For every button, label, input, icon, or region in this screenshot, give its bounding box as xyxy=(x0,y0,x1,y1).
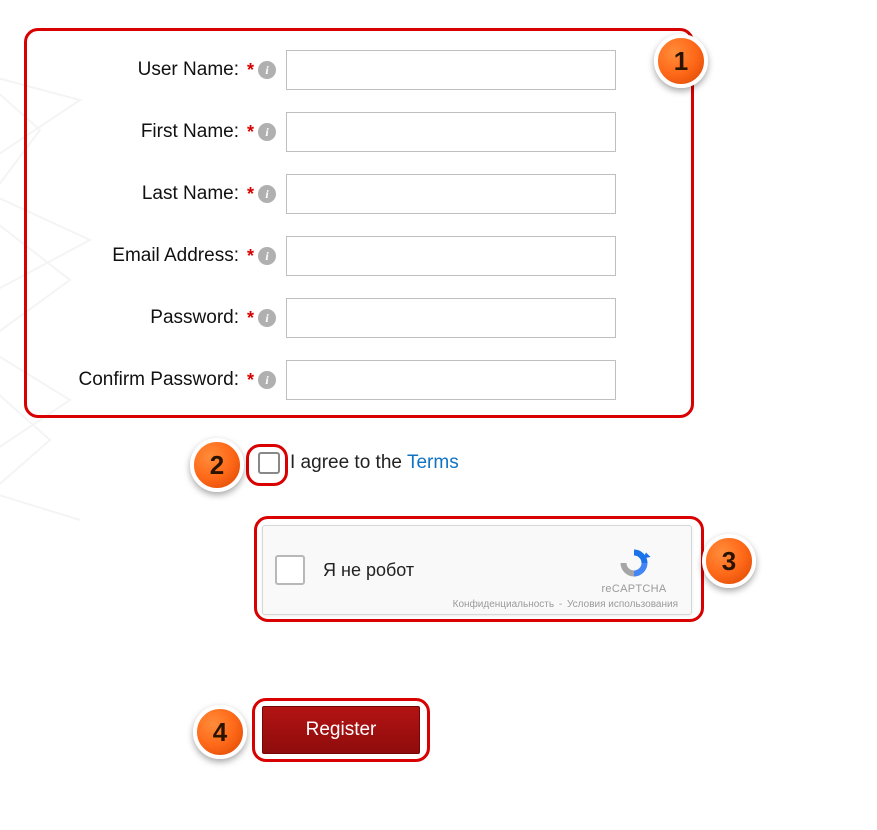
required-marker: * xyxy=(247,370,254,391)
row-lastname: Last Name: * i xyxy=(35,174,675,214)
row-password: Password: * i xyxy=(35,298,675,338)
info-icon[interactable]: i xyxy=(258,123,276,141)
recaptcha-widget: Я не робот reCAPTCHA Конфиденциальность … xyxy=(262,525,692,615)
info-icon[interactable]: i xyxy=(258,309,276,327)
annotation-badge-4: 4 xyxy=(193,705,247,759)
label-password: Password: xyxy=(35,307,245,329)
info-icon[interactable]: i xyxy=(258,61,276,79)
recaptcha-checkbox[interactable] xyxy=(275,555,305,585)
register-button[interactable]: Register xyxy=(262,706,420,754)
email-input[interactable] xyxy=(286,236,616,276)
row-username: User Name: * i xyxy=(35,50,675,90)
label-lastname: Last Name: xyxy=(35,183,245,205)
label-username: User Name: xyxy=(35,59,245,81)
lastname-input[interactable] xyxy=(286,174,616,214)
required-marker: * xyxy=(247,184,254,205)
confirm-password-input[interactable] xyxy=(286,360,616,400)
firstname-input[interactable] xyxy=(286,112,616,152)
label-email: Email Address: xyxy=(35,245,245,267)
row-confirm-password: Confirm Password: * i xyxy=(35,360,675,400)
recaptcha-terms-link[interactable]: Условия использования xyxy=(567,599,678,610)
terms-link[interactable]: Terms xyxy=(407,452,459,474)
terms-checkbox[interactable] xyxy=(258,452,280,474)
recaptcha-sep: - xyxy=(559,599,562,610)
main-content: 1 2 3 4 User Name: * i First Name: * i L… xyxy=(0,0,877,70)
required-marker: * xyxy=(247,60,254,81)
recaptcha-privacy-link[interactable]: Конфиденциальность xyxy=(453,599,554,610)
recaptcha-logo-icon xyxy=(616,545,652,581)
required-marker: * xyxy=(247,122,254,143)
recaptcha-footer: Конфиденциальность - Условия использован… xyxy=(452,599,679,610)
row-firstname: First Name: * i xyxy=(35,112,675,152)
info-icon[interactable]: i xyxy=(258,185,276,203)
info-icon[interactable]: i xyxy=(258,247,276,265)
recaptcha-label: Я не робот xyxy=(323,560,589,581)
recaptcha-brand-block: reCAPTCHA xyxy=(589,545,679,595)
registration-form: User Name: * i First Name: * i Last Name… xyxy=(35,50,675,422)
label-firstname: First Name: xyxy=(35,121,245,143)
terms-row: I agree to the Terms xyxy=(258,452,459,474)
username-input[interactable] xyxy=(286,50,616,90)
annotation-badge-2: 2 xyxy=(190,438,244,492)
annotation-badge-3: 3 xyxy=(702,534,756,588)
label-confirm-password: Confirm Password: xyxy=(35,369,245,391)
terms-text: I agree to the xyxy=(290,452,402,474)
recaptcha-brand-text: reCAPTCHA xyxy=(601,583,666,595)
row-email: Email Address: * i xyxy=(35,236,675,276)
required-marker: * xyxy=(247,308,254,329)
required-marker: * xyxy=(247,246,254,267)
password-input[interactable] xyxy=(286,298,616,338)
info-icon[interactable]: i xyxy=(258,371,276,389)
